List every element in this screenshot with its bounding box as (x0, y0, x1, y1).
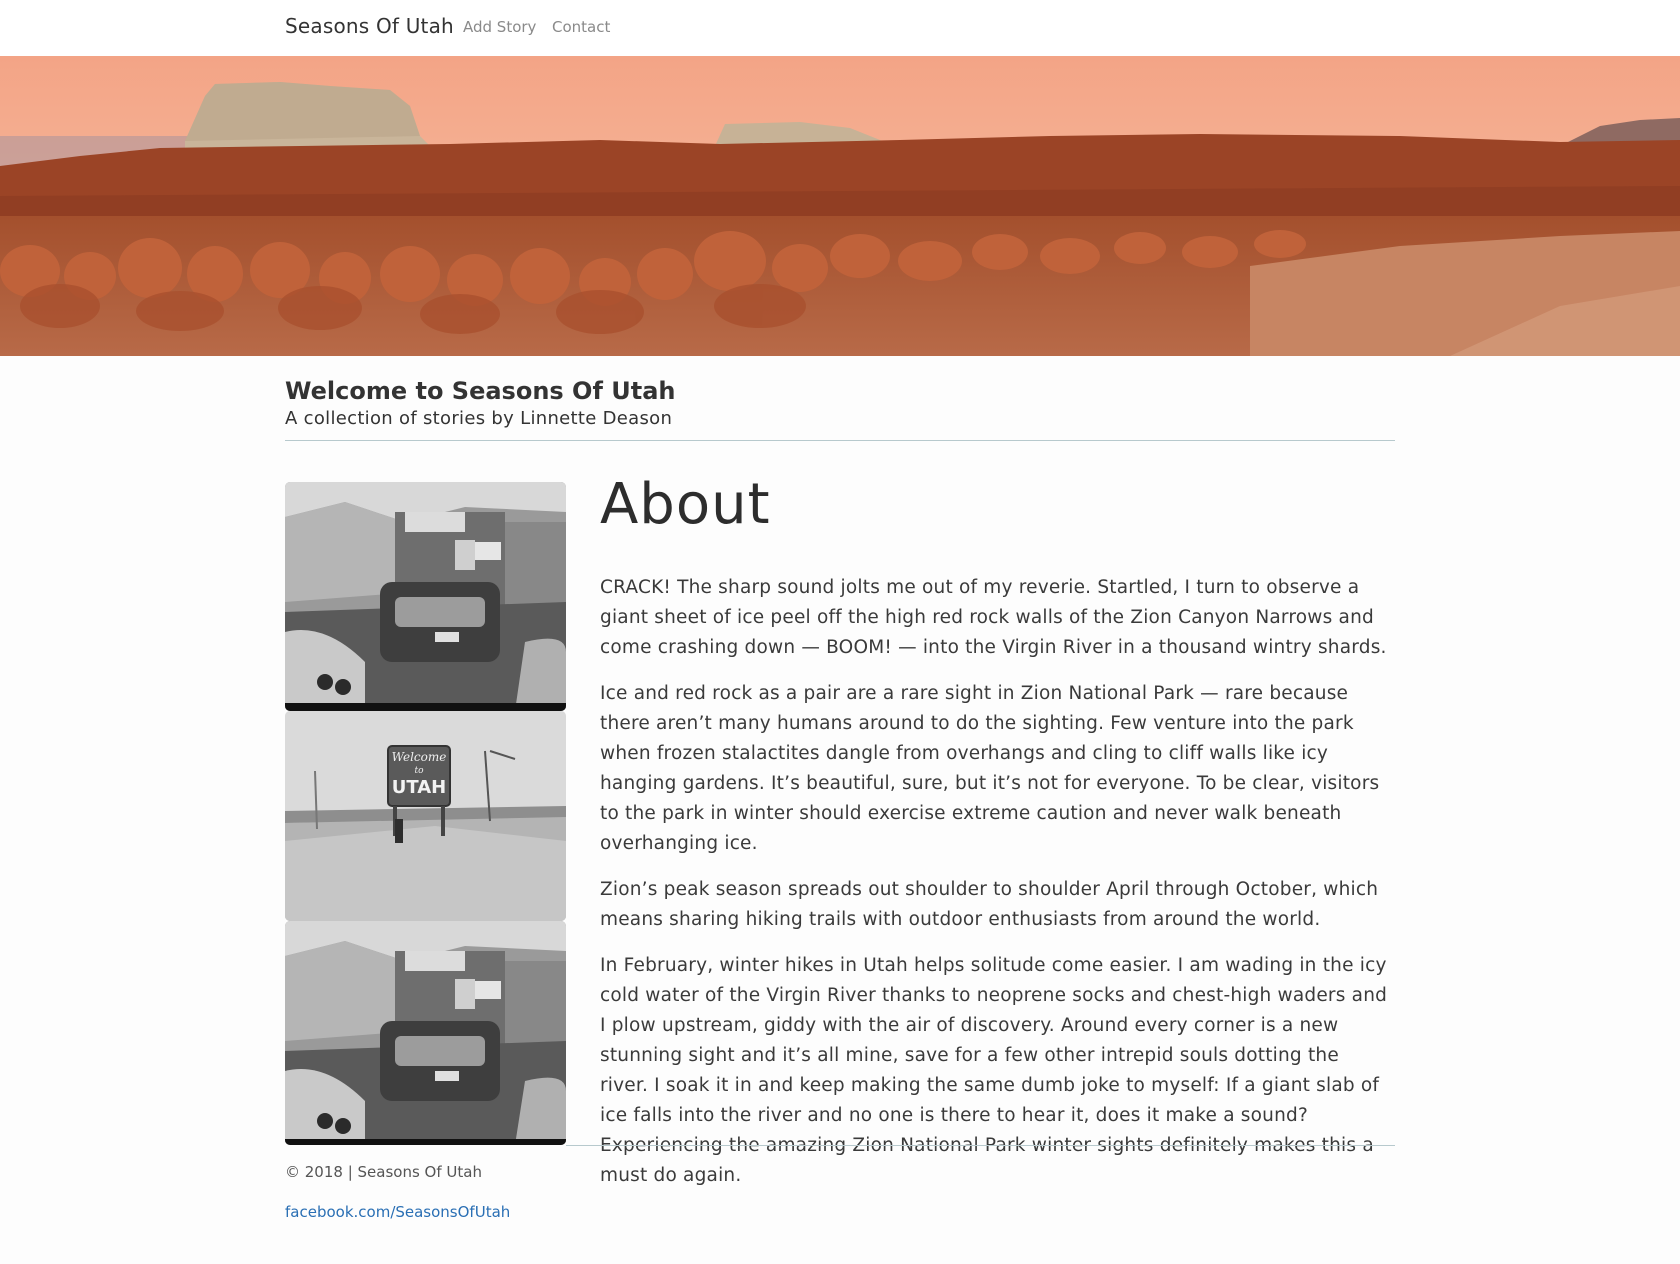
facebook-link[interactable]: facebook.com/SeasonsOfUtah (285, 1203, 510, 1221)
nav-contact[interactable]: Contact (552, 18, 610, 36)
header-divider (285, 440, 1395, 441)
sign-welcome-text: Welcome (392, 750, 447, 764)
welcome-to-utah-sign-photo: Welcome to UTAH (285, 711, 566, 921)
about-paragraph: In February, winter hikes in Utah helps … (600, 955, 1388, 1186)
hero-banner-image (0, 56, 1680, 356)
sign-to-text: to (414, 766, 424, 776)
sign-utah-text: UTAH (392, 777, 447, 798)
footer-divider (566, 1145, 1395, 1146)
nav-add-story[interactable]: Add Story (463, 18, 536, 36)
about-paragraph: CRACK! The sharp sound jolts me out of m… (600, 577, 1387, 658)
about-heading: About (600, 472, 771, 537)
about-paragraph: Ice and red rock as a pair are a rare si… (600, 683, 1380, 854)
vintage-street-photo (285, 482, 566, 711)
vintage-street-photo (285, 921, 566, 1145)
navbar: Seasons Of Utah Add Story Contact (0, 0, 1680, 56)
footer-copyright: © 2018 | Seasons Of Utah (285, 1163, 482, 1181)
about-body: CRACK! The sharp sound jolts me out of m… (600, 573, 1390, 1207)
about-paragraph: Zion’s peak season spreads out shoulder … (600, 879, 1379, 930)
site-title: Welcome to Seasons Of Utah (285, 377, 676, 405)
site-subtitle: A collection of stories by Linnette Deas… (285, 408, 673, 429)
brand-link[interactable]: Seasons Of Utah (285, 14, 454, 38)
